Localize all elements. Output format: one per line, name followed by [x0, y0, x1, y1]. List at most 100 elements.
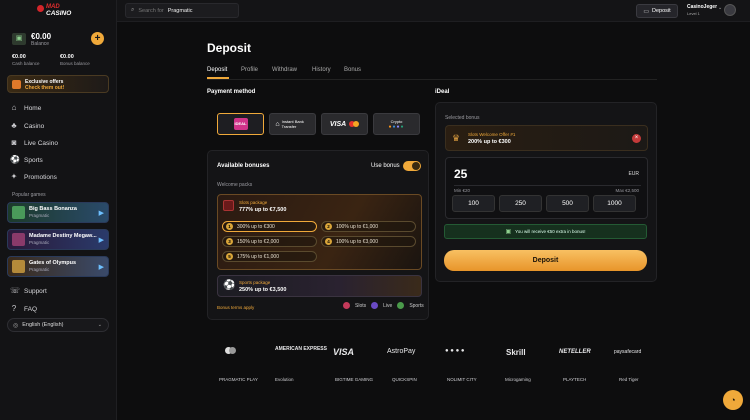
- nav-promotions[interactable]: ✦ Promotions: [10, 170, 57, 184]
- logo-text-2: CASINO: [46, 10, 72, 17]
- game-title: Big Bass Bonanza: [29, 206, 77, 212]
- bonus-option-1[interactable]: 1 300% up to €300: [222, 221, 317, 232]
- game-provider: Pragmatic: [29, 240, 50, 245]
- deposit-button[interactable]: Deposit: [444, 250, 647, 271]
- tab-profile[interactable]: Profile: [241, 67, 258, 73]
- top-bar: ⌕ Search for Pragmatic ▭ Deposit CasinoJ…: [117, 0, 750, 22]
- slots-package-type: Slots package: [239, 200, 268, 205]
- game-card[interactable]: Gates of Olympus Pragmatic ▶: [7, 256, 109, 277]
- currency-label: EUR: [628, 171, 639, 177]
- balance-label: Balance: [31, 41, 50, 47]
- promo-banner[interactable]: Exclusive offers Check them out!: [7, 75, 109, 93]
- payment-method-card[interactable]: VISA: [321, 113, 368, 135]
- nav-sports[interactable]: ⚽ Sports: [10, 153, 43, 167]
- add-funds-button[interactable]: +: [91, 32, 104, 45]
- play-icon[interactable]: ▶: [99, 263, 104, 271]
- play-icon[interactable]: ▶: [99, 236, 104, 244]
- bonus-option-number: 5: [226, 253, 233, 260]
- bonus-option-2[interactable]: 2 100% up to €1,000: [321, 221, 416, 232]
- search-icon: ⌕: [131, 7, 135, 13]
- bonus-option-text: 100% up to €1,000: [336, 223, 378, 230]
- provider-logo: PRAGMATIC PLAY: [219, 377, 258, 382]
- gift-icon: ▣: [505, 229, 512, 235]
- cash-balance-label: Cash balance: [12, 61, 40, 66]
- selected-bonus-card[interactable]: ♛ Slots Welcome Offer #1 200% up to €300…: [445, 125, 648, 151]
- selected-bonus-label: Selected bonus: [445, 115, 480, 121]
- quick-amount-500[interactable]: 500: [546, 195, 589, 212]
- toggle-knob: [412, 162, 420, 170]
- user-menu[interactable]: CasinoJeger Level 1 ⌄: [687, 4, 747, 18]
- legend-slots: Slots: [355, 302, 367, 309]
- sports-package-card[interactable]: ⚽ Sports package 250% up to €3,500: [217, 275, 422, 297]
- provider-logo: Microgaming: [505, 377, 531, 382]
- nav-home[interactable]: ⌂ Home: [10, 101, 42, 115]
- remove-bonus-button[interactable]: ×: [632, 134, 641, 143]
- legend-sports: Sports: [409, 302, 424, 309]
- astropay-logo: AstroPay: [387, 348, 416, 355]
- bonus-terms-link[interactable]: Bonus terms apply: [217, 305, 254, 310]
- page-title: Deposit: [207, 41, 252, 55]
- instant-bank-label: Instant Bank Transfer: [281, 119, 304, 129]
- trophy-icon: ♛: [452, 133, 461, 143]
- ideal-heading: iDeal: [435, 89, 450, 95]
- game-thumbnail: [12, 206, 25, 219]
- nav-live-casino[interactable]: ◙ Live Casino: [10, 136, 58, 150]
- legend-live: Live: [383, 302, 393, 309]
- nav-support[interactable]: ☏ Support: [10, 284, 47, 298]
- nav-casino-label: Casino: [24, 122, 45, 130]
- search-input[interactable]: ⌕ Search for Pragmatic: [125, 3, 239, 18]
- amount-input[interactable]: 25: [454, 167, 467, 181]
- amount-divider: [454, 185, 641, 186]
- crypto-coins-icon: ●●●●: [388, 123, 405, 130]
- neteller-logo: NETELLER: [559, 349, 591, 355]
- provider-logo: NOLIMIT CITY: [447, 377, 477, 382]
- bonus-option-5[interactable]: 5 175% up to €1,000: [222, 251, 317, 262]
- quick-amount-1000[interactable]: 1000: [593, 195, 636, 212]
- tab-history[interactable]: History: [312, 67, 331, 73]
- payment-method-crypto[interactable]: Crypto ●●●●: [373, 113, 420, 135]
- nav-support-label: Support: [24, 287, 47, 295]
- tab-deposit[interactable]: Deposit: [207, 67, 227, 73]
- game-card[interactable]: Madame Destiny Megaw... Pragmatic ▶: [7, 229, 109, 250]
- wallet-icon: ▭: [643, 8, 649, 15]
- game-card[interactable]: Big Bass Bonanza Pragmatic ▶: [7, 202, 109, 223]
- tab-bonus[interactable]: Bonus: [344, 67, 361, 73]
- selected-bonus-amount: 200% up to €300: [468, 139, 511, 145]
- live-legend-icon: [371, 302, 379, 309]
- promo-link[interactable]: Check them out!: [25, 85, 64, 91]
- provider-logo: QUICKSPIN: [392, 377, 417, 382]
- bonus-option-3[interactable]: 3 150% up to €2,000: [222, 236, 317, 247]
- game-title: Gates of Olympus: [29, 260, 77, 266]
- game-thumbnail: [12, 260, 25, 273]
- provider-logo: BIGTIME GAMING: [335, 377, 374, 382]
- game-title: Madame Destiny Megaw...: [29, 233, 97, 239]
- username: CasinoJeger: [687, 4, 718, 10]
- payment-method-instant-bank[interactable]: ⌂ Instant Bank Transfer: [269, 113, 316, 135]
- faq-icon: ?: [11, 304, 17, 313]
- use-bonus-toggle[interactable]: [403, 161, 421, 171]
- bonus-option-text: 300% up to €300: [237, 223, 275, 230]
- casino-logo[interactable]: MAD CASINO: [37, 4, 81, 20]
- tab-withdraw[interactable]: Withdraw: [272, 67, 297, 73]
- slots-icon: [223, 200, 234, 211]
- nav-live-casino-label: Live Casino: [24, 139, 58, 147]
- play-icon[interactable]: ▶: [99, 209, 104, 217]
- payment-method-ideal[interactable]: iDEAL: [217, 113, 264, 135]
- search-placeholder: Search for: [138, 7, 164, 14]
- nav-faq[interactable]: ? FAQ: [10, 302, 37, 316]
- language-value: English (English): [22, 322, 64, 328]
- language-select[interactable]: ◎ English (English) ⌄: [7, 318, 109, 332]
- bonuses-panel: Available bonuses Use bonus Welcome pack…: [207, 150, 429, 320]
- header-deposit-button[interactable]: ▭ Deposit: [636, 4, 678, 18]
- game-provider: Pragmatic: [29, 213, 50, 218]
- quick-amount-250[interactable]: 250: [499, 195, 542, 212]
- sports-icon: ⚽: [10, 155, 20, 164]
- bonus-option-4[interactable]: 4 100% up to €3,000: [321, 236, 416, 247]
- nav-casino[interactable]: ♣ Casino: [10, 119, 44, 133]
- slots-package-card[interactable]: Slots package 777% up to €7,500 1 300% up…: [217, 194, 422, 270]
- quick-amount-100[interactable]: 100: [452, 195, 495, 212]
- sports-package-type: Sports package: [239, 280, 271, 285]
- live-chat-button[interactable]: ◔: [723, 390, 743, 410]
- game-provider: Pragmatic: [29, 267, 50, 272]
- min-amount: Min €20: [454, 188, 471, 193]
